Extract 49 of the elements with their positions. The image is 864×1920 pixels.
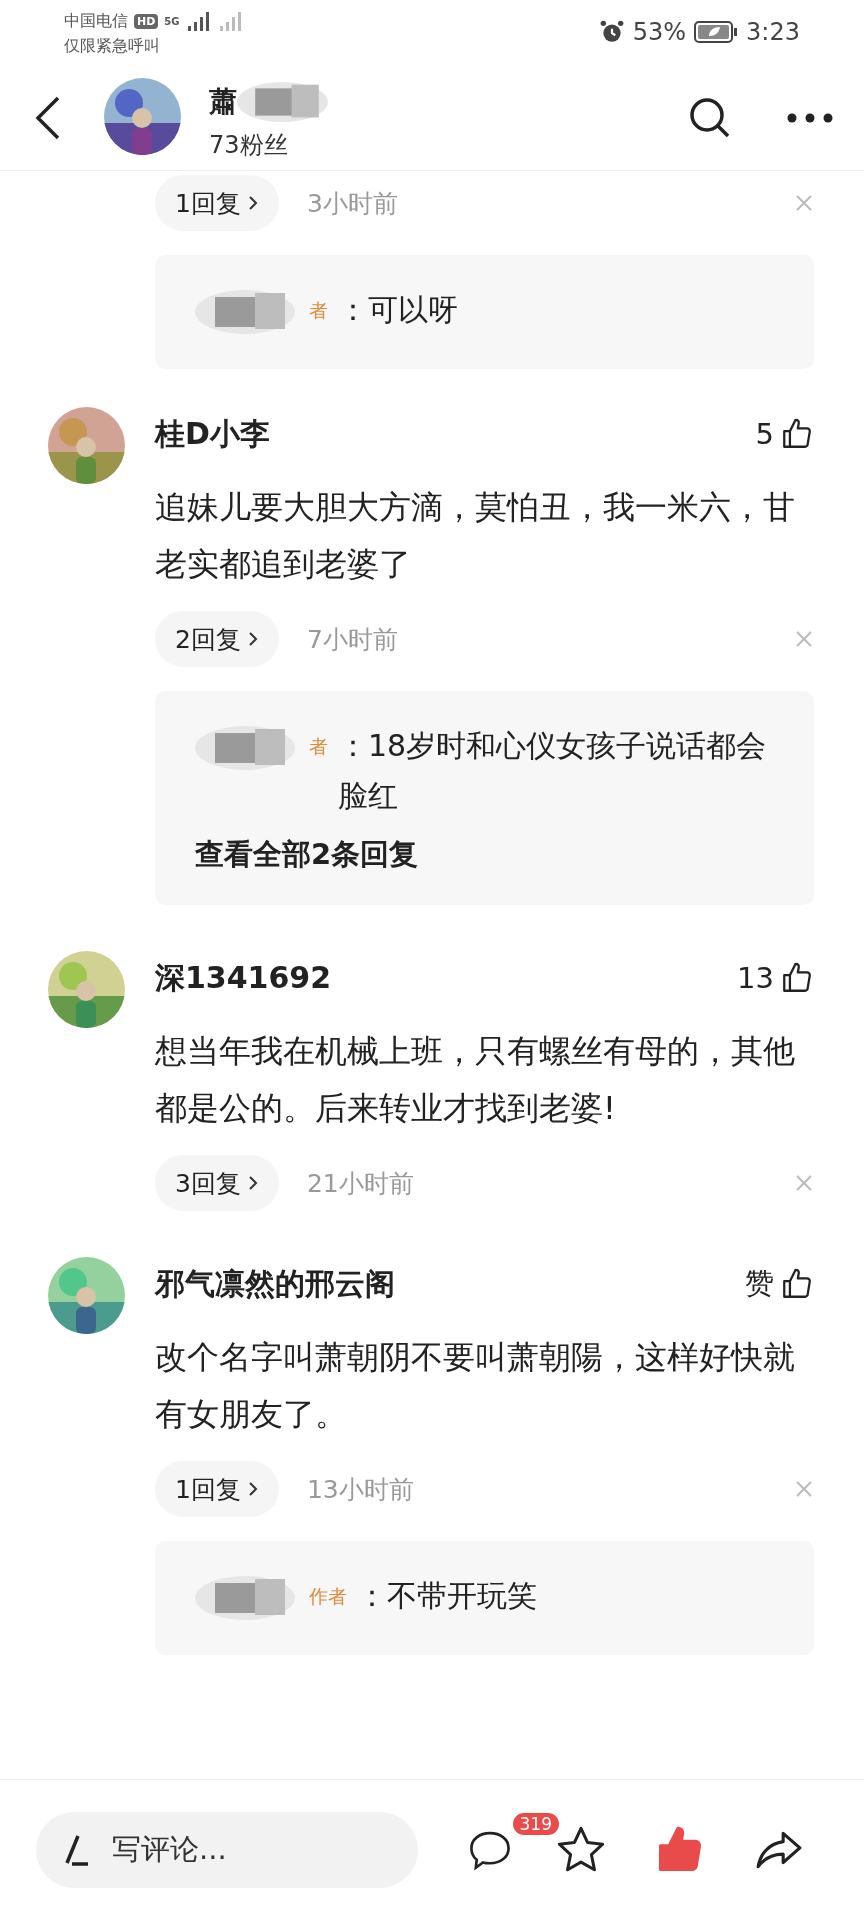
battery-percent: 53% [632, 18, 687, 46]
chevron-icon [246, 630, 259, 648]
like-button[interactable]: 5 [755, 417, 814, 451]
battery-icon [694, 20, 739, 44]
chevron-icon [246, 1174, 259, 1192]
reply-text: ：18岁时和心仪女孩子说话都会脸红 [338, 727, 768, 815]
replies-button[interactable]: 2回复 [155, 611, 279, 667]
chevron-icon [246, 194, 259, 212]
thumbs-up-icon [780, 417, 814, 451]
replies-button[interactable]: 3回复 [155, 1155, 279, 1211]
close-icon [794, 193, 814, 213]
profile-name: 蕭 [209, 84, 237, 120]
network-type: 5G [164, 15, 180, 27]
close-icon [794, 1173, 814, 1193]
comment-time: 21小时前 [306, 1167, 415, 1200]
thumbs-up-icon [780, 961, 814, 995]
comment-input-field[interactable]: 写评论... [36, 1812, 418, 1888]
comment-time: 13小时前 [306, 1473, 415, 1506]
more-icon [786, 112, 834, 124]
follower-count: 73粉丝 [209, 130, 289, 161]
close-icon [794, 629, 814, 649]
emergency-only-text: 仅限紧急呼叫 [64, 36, 161, 57]
chevron-icon [246, 1480, 259, 1498]
replies-button[interactable]: 1回复 [155, 175, 279, 231]
author-label: 者 [309, 734, 328, 759]
author-label: 者 [309, 298, 328, 323]
comment-time: 3小时前 [306, 187, 399, 220]
like-button[interactable]: 赞 [745, 1264, 814, 1304]
commenter-name: 桂D小李 [155, 414, 270, 453]
reply-text: ：可以呀 [338, 291, 459, 329]
hd-badge: HD [134, 13, 159, 29]
clock-time: 3:23 [746, 18, 800, 46]
author-label: 作者 [309, 1584, 347, 1609]
comment-time: 7小时前 [306, 623, 399, 656]
alarm-icon [598, 19, 625, 45]
comment-text: 追妹儿要大胆大方滴，莫怕丑，我一米六，甘老实都追到老婆了 [155, 487, 796, 585]
close-icon [794, 1479, 814, 1499]
replies-button[interactable]: 1回复 [155, 1461, 279, 1517]
carrier-name: 中国电信 [64, 10, 128, 32]
comment-count-badge: 319 [512, 1813, 559, 1835]
like-button[interactable]: 13 [737, 961, 814, 995]
thumbs-up-icon [780, 1267, 814, 1301]
reply-text: ：不带开玩笑 [357, 1577, 538, 1615]
comment-text: 想当年我在机械上班，只有螺丝有母的，其他都是公的。后来转业才找到老婆! [155, 1031, 796, 1129]
back-icon [34, 95, 62, 141]
view-all-replies-link[interactable]: 查看全部2条回复 [195, 835, 774, 875]
commenter-name: 邪气凛然的邢云阁 [155, 1264, 395, 1303]
commenter-name: 深1341692 [155, 958, 332, 997]
comment-text: 改个名字叫萧朝阴不要叫萧朝陽，这样好快就有女朋友了。 [155, 1337, 796, 1435]
